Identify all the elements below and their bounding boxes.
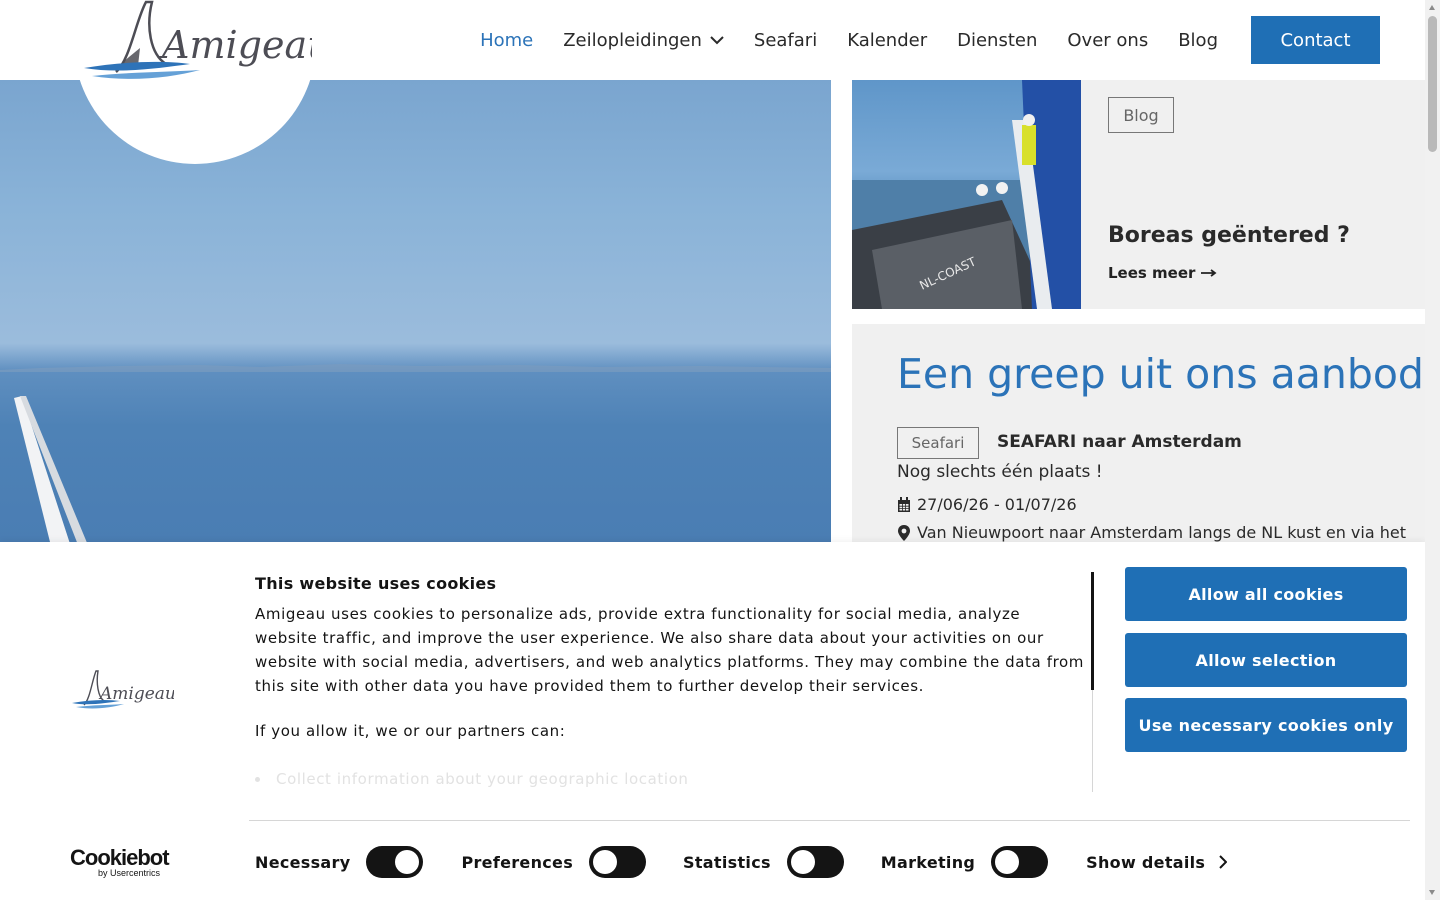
- allow-all-label: Allow all cookies: [1188, 584, 1344, 604]
- offer-title: Een greep uit ons aanbod…: [897, 350, 1425, 398]
- nav-kalender-label: Kalender: [847, 29, 928, 51]
- blog-photo-illustration: NL-COAST: [852, 80, 1081, 309]
- arrow-right-icon: [1201, 269, 1217, 277]
- offer-tag-label: Seafari: [911, 434, 965, 452]
- toggle-group-preferences: Preferences: [461, 846, 647, 878]
- nav-blog-label: Blog: [1178, 29, 1218, 51]
- nav-zeilopleidingen[interactable]: Zeilopleidingen: [563, 30, 724, 51]
- blog-tag[interactable]: Blog: [1108, 97, 1174, 133]
- main-nav: Home Zeilopleidingen Seafari Kalender Di…: [450, 16, 1380, 64]
- nav-home-label: Home: [480, 29, 534, 51]
- cookiebot-logo-text: Cookiebot: [70, 845, 170, 870]
- blog-card-image: NL-COAST: [852, 80, 1081, 309]
- scroll-up-arrow-icon[interactable]: [1429, 5, 1435, 10]
- allow-selection-button[interactable]: Allow selection: [1125, 633, 1407, 687]
- read-more-label: Lees meer: [1108, 264, 1196, 282]
- toggle-necessary-label: Necessary: [255, 852, 351, 872]
- toggle-knob: [790, 850, 815, 874]
- toggle-knob: [995, 850, 1020, 874]
- nav-over-ons-label: Over ons: [1067, 29, 1149, 51]
- cookie-partners-list-text: Collect information about your geographi…: [276, 770, 689, 788]
- toggle-preferences-label: Preferences: [461, 852, 574, 872]
- toggle-preferences[interactable]: [589, 846, 647, 878]
- toggle-statistics[interactable]: [786, 846, 844, 878]
- nav-over-ons[interactable]: Over ons: [1067, 30, 1148, 51]
- toggle-marketing-label: Marketing: [880, 852, 976, 872]
- offer-event-location-text: Van Nieuwpoort naar Amsterdam langs de N…: [917, 523, 1406, 542]
- contact-button-label: Contact: [1280, 29, 1351, 51]
- allow-selection-label: Allow selection: [1195, 650, 1337, 670]
- show-details-label: Show details: [1086, 852, 1206, 872]
- scrollbar-thumb[interactable]: [1428, 16, 1437, 152]
- cookie-divider: [249, 820, 1410, 821]
- toggle-necessary[interactable]: [366, 846, 424, 878]
- contact-button[interactable]: Contact: [1251, 16, 1380, 64]
- cookie-body: Amigeau uses cookies to personalize ads,…: [255, 605, 1084, 695]
- nav-seafari[interactable]: Seafari: [754, 30, 817, 51]
- offer-event-date: 27/06/26 - 01/07/26: [897, 495, 1077, 514]
- cookie-partners-list-item: Collect information about your geographi…: [255, 770, 689, 788]
- nav-kalender[interactable]: Kalender: [847, 30, 927, 51]
- toggle-group-statistics: Statistics: [683, 846, 844, 878]
- cookie-partners-intro: If you allow it, we or our partners can:: [255, 722, 566, 740]
- blog-tag-label: Blog: [1123, 105, 1159, 125]
- offer-tag[interactable]: Seafari: [897, 427, 979, 459]
- toggle-marketing[interactable]: [991, 846, 1049, 878]
- page-scrollbar[interactable]: [1425, 0, 1440, 900]
- offer-event-subtitle: Nog slechts één plaats !: [897, 462, 1103, 482]
- nav-diensten[interactable]: Diensten: [957, 30, 1037, 51]
- offer-event-location: Van Nieuwpoort naar Amsterdam langs de N…: [897, 523, 1406, 542]
- hero-image: [0, 80, 831, 542]
- map-pin-icon: [898, 524, 910, 541]
- allow-all-cookies-button[interactable]: Allow all cookies: [1125, 567, 1407, 621]
- page: Home Zeilopleidingen Seafari Kalender Di…: [0, 0, 1440, 900]
- show-details-link[interactable]: Show details: [1086, 852, 1228, 872]
- cookie-consent-toggles: Necessary Preferences Statistics Marketi…: [255, 844, 1228, 880]
- cookie-text-scrollbar-track[interactable]: [1092, 690, 1093, 792]
- read-more-link[interactable]: Lees meer: [1108, 264, 1217, 282]
- offer-section: Een greep uit ons aanbod… Seafari SEAFAR…: [852, 324, 1425, 542]
- blog-title[interactable]: Boreas geëntered ?: [1108, 223, 1350, 248]
- calendar-icon: [898, 496, 910, 512]
- toggle-group-marketing: Marketing: [880, 846, 1049, 878]
- nav-diensten-label: Diensten: [957, 29, 1038, 51]
- toggle-knob: [395, 850, 420, 874]
- amigeau-logo[interactable]: Amigeau: [80, 0, 312, 90]
- hero-coastline: [0, 364, 831, 372]
- toggle-group-necessary: Necessary: [255, 846, 424, 878]
- scroll-down-arrow-icon[interactable]: [1429, 890, 1435, 895]
- cookie-text-scrollbar-thumb[interactable]: [1091, 572, 1094, 690]
- offer-event-name[interactable]: SEAFARI naar Amsterdam: [997, 432, 1242, 452]
- cookie-banner-logo: Amigeau: [72, 670, 174, 709]
- nav-seafari-label: Seafari: [753, 29, 818, 51]
- toggle-statistics-label: Statistics: [683, 852, 771, 872]
- cookiebot-logo-subtext: by Usercentrics: [98, 868, 161, 878]
- nav-home[interactable]: Home: [480, 30, 533, 51]
- logo-wordmark: Amigeau: [159, 23, 312, 67]
- offer-event-date-text: 27/06/26 - 01/07/26: [917, 495, 1077, 514]
- cookiebot-logo: Cookiebot by Usercentrics: [70, 845, 171, 878]
- cookie-title: This website uses cookies: [255, 574, 497, 593]
- cookie-banner-logo-text: Amigeau: [98, 684, 174, 704]
- hero-mast: [14, 396, 87, 542]
- chevron-down-icon: [710, 35, 724, 44]
- blog-card[interactable]: NL-COAST Blog Boreas geëntered ? Lees me…: [852, 80, 1425, 309]
- bullet-icon: [255, 776, 260, 782]
- cookie-banner: Amigeau This website uses cookies Amigea…: [0, 542, 1425, 900]
- toggle-knob: [593, 850, 618, 874]
- necessary-cookies-only-button[interactable]: Use necessary cookies only: [1125, 698, 1407, 752]
- chevron-right-icon: [1219, 855, 1228, 869]
- nav-blog[interactable]: Blog: [1178, 30, 1218, 51]
- nav-zeilopleidingen-label: Zeilopleidingen: [563, 29, 702, 51]
- necessary-only-label: Use necessary cookies only: [1138, 715, 1394, 735]
